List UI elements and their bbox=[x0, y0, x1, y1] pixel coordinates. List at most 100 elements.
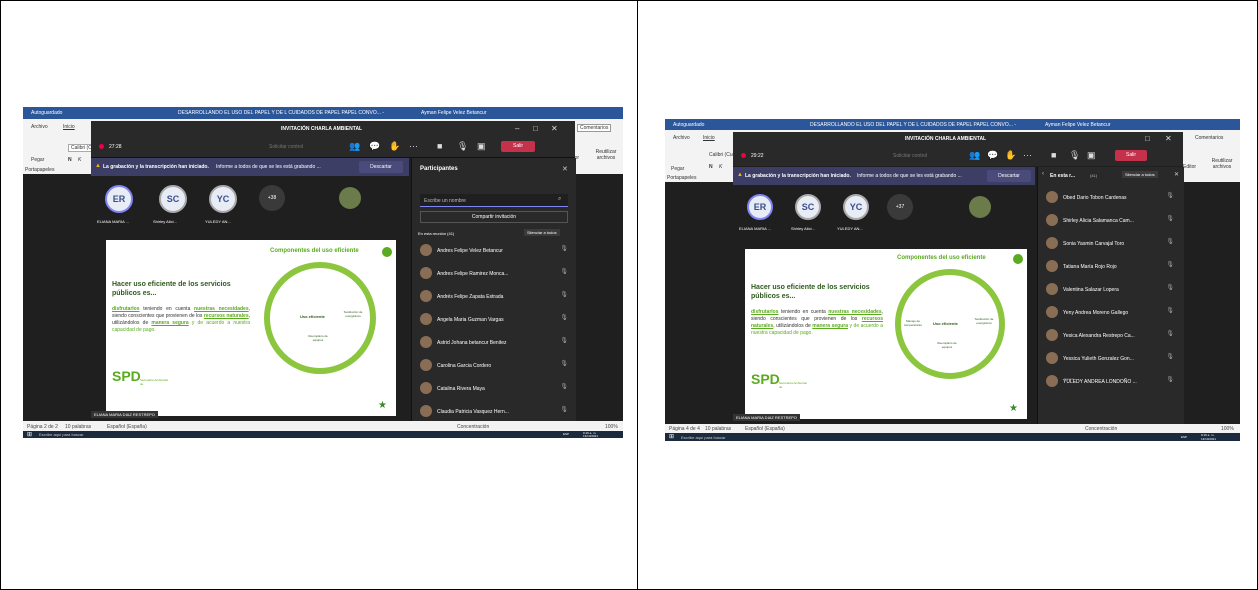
menu-archivo[interactable]: Archivo bbox=[31, 124, 48, 130]
paste-label[interactable]: Pegar bbox=[671, 166, 684, 172]
slide-title: Componentes del uso eficiente bbox=[897, 255, 986, 261]
dismiss-button[interactable]: Descartar bbox=[987, 170, 1031, 182]
reactions-icon[interactable]: ✋ bbox=[389, 141, 400, 152]
participant-row[interactable]: Yesica Alexandra Restrepo Ca... 🎙 bbox=[1046, 329, 1176, 350]
font-name-box[interactable]: Calibri (Cue bbox=[709, 152, 735, 158]
mic-icon[interactable]: 🎙 bbox=[1069, 150, 1080, 161]
mute-all-button[interactable]: Silenciar a todos bbox=[524, 229, 560, 236]
participant-row[interactable]: Shirley Alicia Salamanca Cam... 🎙 bbox=[1046, 214, 1176, 235]
participant-row[interactable]: Astrid Johana betancur Benitez 🎙 bbox=[420, 336, 570, 357]
people-icon[interactable]: 👥 bbox=[349, 141, 360, 152]
avatar-yc[interactable]: YC bbox=[843, 194, 869, 220]
chat-icon[interactable]: 💬 bbox=[987, 150, 998, 161]
more-icon[interactable]: ··· bbox=[1023, 150, 1032, 160]
maximize-icon[interactable]: □ bbox=[533, 124, 538, 133]
avatar-initials: SC bbox=[801, 202, 815, 212]
participant-row[interactable]: Yessica Yulieth Gonzalez Gon... 🎙 bbox=[1046, 352, 1176, 373]
camera-icon[interactable]: ■ bbox=[437, 141, 442, 151]
comments-button[interactable]: Comentarios bbox=[577, 124, 612, 132]
zoom-level[interactable]: 100% bbox=[1221, 426, 1234, 432]
participant-row[interactable]: Sonia Yasmin Carvajal Toro 🎙 bbox=[1046, 237, 1176, 258]
body-text: teniendo en cuenta bbox=[778, 309, 829, 315]
request-control-button[interactable]: Solicitar control bbox=[893, 153, 927, 159]
avatar-sc[interactable]: SC bbox=[795, 194, 821, 220]
meeting-section-label[interactable]: En esta r... bbox=[1050, 173, 1075, 179]
avatar-name: YULEDY AN... bbox=[205, 219, 231, 224]
panel-title: Participantes bbox=[420, 166, 458, 172]
participant-row[interactable]: Obed Dario Tobon Cardenas 🎙 bbox=[1046, 191, 1176, 212]
dismiss-button[interactable]: Descartar bbox=[359, 161, 403, 173]
body-highlight: nuestras necesidades bbox=[828, 309, 882, 315]
participant-avatar bbox=[1046, 329, 1058, 341]
reuse-files-button[interactable]: Reutilizar archivos bbox=[591, 149, 621, 161]
comments-button[interactable]: Comentarios bbox=[1195, 135, 1223, 141]
camera-icon[interactable]: ■ bbox=[1051, 150, 1056, 160]
avatar-initials: SC bbox=[166, 194, 180, 204]
diagram-left: Manejo de temperaturas bbox=[904, 319, 922, 327]
share-invite-button[interactable]: Compartir invitación bbox=[420, 211, 568, 223]
banner-text: Informe a todos de que se les está graba… bbox=[216, 164, 321, 170]
menu-inicio[interactable]: Inicio bbox=[703, 135, 715, 141]
close-icon[interactable]: ✕ bbox=[551, 124, 558, 133]
zoom-level[interactable]: 100% bbox=[605, 424, 618, 430]
close-icon[interactable]: ✕ bbox=[1165, 134, 1172, 143]
participant-row[interactable]: Yeny Andrea Moreno Gallego 🎙 bbox=[1046, 306, 1176, 327]
request-control-button[interactable]: Solicitar control bbox=[269, 144, 303, 150]
chat-icon[interactable]: 💬 bbox=[369, 141, 380, 152]
avatar-er[interactable]: ER bbox=[747, 194, 773, 220]
focus-mode[interactable]: Concentración bbox=[1085, 426, 1117, 432]
windows-start-icon[interactable]: ⊞ bbox=[27, 431, 32, 438]
more-participants-badge[interactable]: +38 bbox=[259, 185, 285, 211]
reuse-files-button[interactable]: Reutilizar archivos bbox=[1207, 158, 1237, 170]
avatar-name: ELIANA MARIA ... bbox=[97, 219, 130, 224]
menu-archivo[interactable]: Archivo bbox=[673, 135, 690, 141]
more-participants-badge[interactable]: +37 bbox=[887, 194, 913, 220]
back-chevron-icon[interactable]: ‹ bbox=[1042, 171, 1044, 177]
search-input[interactable]: Escribe un nombre ⌕ bbox=[420, 194, 568, 207]
participant-name: Angela Maria Guzman Vargas bbox=[437, 317, 504, 323]
italic-button[interactable]: K bbox=[78, 157, 81, 163]
avatar-yc[interactable]: YC bbox=[209, 185, 237, 213]
focus-mode[interactable]: Concentración bbox=[457, 424, 489, 430]
people-icon[interactable]: 👥 bbox=[969, 150, 980, 161]
menu-inicio[interactable]: Inicio bbox=[63, 124, 75, 130]
muted-mic-icon: 🎙 bbox=[560, 246, 568, 252]
mute-all-button[interactable]: Silenciar a todos bbox=[1122, 171, 1158, 178]
muted-mic-icon: 🎙 bbox=[560, 407, 568, 413]
bold-button[interactable]: N bbox=[68, 157, 72, 163]
participant-row[interactable]: Andres Felipe Ramirez Monca... 🎙 bbox=[420, 267, 570, 288]
leave-button[interactable]: Salir bbox=[1115, 150, 1147, 161]
participant-row[interactable]: Catalina Rivera Maya 🎙 bbox=[420, 382, 570, 403]
participant-row[interactable]: Tatiana María Rojo Rojo 🎙 bbox=[1046, 260, 1176, 281]
taskbar-search[interactable]: Escribe aquí para buscar bbox=[681, 435, 725, 440]
share-screen-icon[interactable]: ▣ bbox=[477, 141, 486, 152]
participant-row[interactable]: Andrés Felipe Zapata Estrada 🎙 bbox=[420, 290, 570, 311]
share-screen-icon[interactable]: ▣ bbox=[1087, 150, 1096, 161]
minimize-icon[interactable]: – bbox=[515, 124, 519, 133]
paste-label[interactable]: Pegar bbox=[31, 157, 44, 163]
muted-mic-icon: 🎙 bbox=[560, 361, 568, 367]
windows-start-icon[interactable]: ⊞ bbox=[669, 433, 674, 440]
close-panel-icon[interactable]: ✕ bbox=[562, 165, 568, 173]
more-icon[interactable]: ··· bbox=[409, 141, 418, 151]
reactions-icon[interactable]: ✋ bbox=[1005, 150, 1016, 161]
participant-row[interactable]: Carolina Garcia Cordero 🎙 bbox=[420, 359, 570, 380]
maximize-icon[interactable]: □ bbox=[1145, 134, 1150, 143]
close-panel-icon[interactable]: ✕ bbox=[1174, 171, 1179, 178]
muted-mic-icon: 🎙 bbox=[560, 269, 568, 275]
leave-button[interactable]: Salir bbox=[501, 141, 535, 152]
mic-icon[interactable]: 🎙 bbox=[457, 141, 468, 152]
taskbar-search[interactable]: Escribe aquí para buscar bbox=[39, 432, 83, 437]
avatar-er[interactable]: ER bbox=[105, 185, 133, 213]
italic-button[interactable]: K bbox=[719, 164, 722, 170]
meeting-section-label[interactable]: En esta reunión (41) bbox=[418, 231, 454, 236]
dismiss-label: Descartar bbox=[998, 173, 1020, 179]
bold-button[interactable]: N bbox=[709, 164, 713, 170]
participant-name: Valentina Salazar Lopera bbox=[1063, 287, 1119, 293]
editor-label[interactable]: Editor bbox=[1183, 164, 1196, 170]
slide-body: disfrutarlos teniendo en cuenta nuestras… bbox=[112, 306, 250, 334]
participant-row[interactable]: Andres Felipe Velez Betancur 🎙 bbox=[420, 244, 570, 265]
avatar-sc[interactable]: SC bbox=[159, 185, 187, 213]
participant-row[interactable]: Angela Maria Guzman Vargas 🎙 bbox=[420, 313, 570, 334]
participant-row[interactable]: Valentina Salazar Lopera 🎙 bbox=[1046, 283, 1176, 304]
